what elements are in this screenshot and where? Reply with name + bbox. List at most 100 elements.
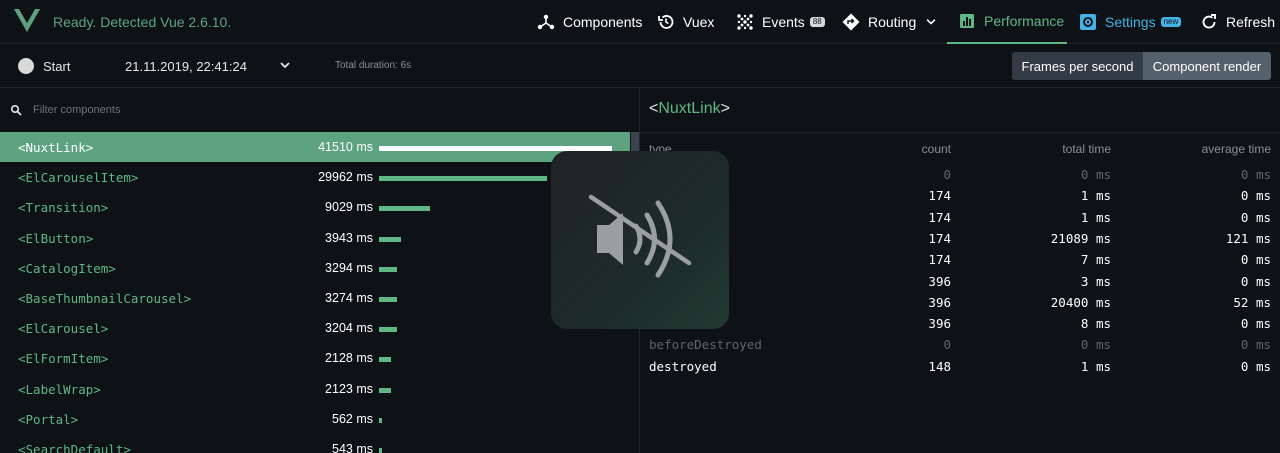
hook-count: 396 <box>928 316 951 332</box>
component-render-button[interactable]: Component render <box>1143 52 1271 80</box>
title-bracket-close: > <box>720 100 730 117</box>
tab-settings-label: Settings <box>1105 14 1156 30</box>
component-time-bar <box>379 297 397 302</box>
component-time: 543 ms <box>332 442 373 453</box>
hook-average-time: 0 ms <box>1240 273 1271 289</box>
component-row[interactable]: <Transition> 9029 ms <box>0 192 630 222</box>
component-row[interactable]: <Portal> 562 ms <box>0 404 630 434</box>
tab-settings[interactable]: Settings new <box>1079 0 1182 44</box>
hook-row: 174 1 ms 0 ms <box>640 207 1280 228</box>
hook-average-time: 52 ms <box>1233 294 1271 310</box>
tab-components-label: Components <box>563 14 643 30</box>
tab-routing[interactable]: Routing <box>842 0 946 44</box>
speaker-muted-icon <box>588 194 692 278</box>
hook-average-time: 0 ms <box>1240 337 1271 353</box>
component-time: 29962 ms <box>318 170 373 185</box>
hook-total-time: 21089 ms <box>1050 230 1111 246</box>
component-time: 3274 ms <box>325 291 373 305</box>
component-time-bar <box>379 448 382 453</box>
hook-row: beforeDestroyed 0 0 ms 0 ms <box>640 334 1280 355</box>
component-time-bar <box>379 206 430 212</box>
component-row[interactable]: <ElButton> 3943 ms <box>0 223 630 253</box>
hook-count: 148 <box>928 358 951 374</box>
component-row[interactable]: <ElFormItem> 2128 ms <box>0 343 630 373</box>
component-name: <CatalogItem> <box>18 260 116 276</box>
hook-count: 174 <box>928 209 951 225</box>
frames-per-second-button[interactable]: Frames per second <box>1012 52 1143 80</box>
component-row[interactable]: <ElCarousel> 3204 ms <box>0 313 630 343</box>
status-text: Ready. Detected Vue 2.6.10. <box>53 14 232 30</box>
tab-events[interactable]: Events 88 <box>736 0 825 44</box>
filter-components-input[interactable] <box>33 102 433 118</box>
hook-total-time: 0 ms <box>1080 167 1111 182</box>
hook-row: 396 20400 ms 52 ms <box>640 292 1280 313</box>
component-time: 562 ms <box>332 411 373 426</box>
components-icon <box>537 14 555 30</box>
component-name: <ElCarouselItem> <box>18 170 139 186</box>
component-row[interactable]: <BaseThumbnailCarousel> 3274 ms <box>0 283 630 313</box>
component-name: <Portal> <box>18 411 79 427</box>
chevron-down-icon[interactable] <box>279 59 291 71</box>
component-time: 9029 ms <box>325 200 373 215</box>
tab-performance-label: Performance <box>984 13 1065 29</box>
events-count-badge: 88 <box>809 17 825 27</box>
component-time-bar <box>379 357 391 363</box>
hook-total-time: 1 ms <box>1080 209 1111 225</box>
hook-total-time: 1 ms <box>1080 188 1111 204</box>
hook-average-time: 0 ms <box>1240 167 1271 182</box>
component-time-bar <box>379 387 391 393</box>
hook-count: 174 <box>928 188 951 204</box>
hook-count: 0 <box>943 167 951 182</box>
component-name: <ElCarousel> <box>18 321 109 337</box>
component-row[interactable]: <CatalogItem> 3294 ms <box>0 253 630 283</box>
component-row[interactable]: <LabelWrap> 2123 ms <box>0 374 630 404</box>
component-time-bar <box>379 236 401 242</box>
tab-performance[interactable]: Performance <box>947 0 1067 44</box>
hook-total-time: 8 ms <box>1080 316 1111 332</box>
hook-average-time: 0 ms <box>1240 316 1271 332</box>
component-time: 2128 ms <box>325 351 373 366</box>
refresh-label: Refresh <box>1226 14 1276 30</box>
component-time: 3294 ms <box>325 260 373 275</box>
hook-total-time: 1 ms <box>1080 358 1111 374</box>
record-icon[interactable] <box>18 58 34 74</box>
refresh-button[interactable]: Refresh <box>1200 0 1275 44</box>
component-row[interactable]: <ElCarouselItem> 29962 ms <box>0 162 630 192</box>
start-button[interactable]: Start <box>43 59 70 74</box>
col-count-header: count <box>921 142 951 156</box>
tab-vuex-label: Vuex <box>683 14 715 30</box>
hook-count: 396 <box>928 273 951 289</box>
tab-vuex[interactable]: Vuex <box>657 0 714 44</box>
total-duration: Total duration: 6s <box>335 60 412 71</box>
hook-row: destroyed 148 1 ms 0 ms <box>640 356 1280 377</box>
inspector-title: <NuxtLink> <box>649 100 730 118</box>
component-time-bar <box>379 266 397 272</box>
recording-date[interactable]: 21.11.2019, 22:41:24 <box>125 59 247 74</box>
settings-icon <box>1080 14 1096 30</box>
hook-count: 174 <box>928 252 951 268</box>
title-bracket-open: < <box>649 100 659 117</box>
hook-count: 396 <box>928 294 951 310</box>
hook-count: 174 <box>928 230 951 246</box>
tab-events-label: Events <box>762 14 805 30</box>
hook-average-time: 121 ms <box>1225 230 1271 246</box>
component-row[interactable]: <SearchDefault> 543 ms <box>0 434 630 453</box>
component-time: 41510 ms <box>318 140 373 154</box>
component-name: <Transition> <box>18 200 109 216</box>
hook-count: 0 <box>943 337 951 353</box>
component-time-bar <box>379 417 382 423</box>
mute-overlay <box>551 151 729 329</box>
component-time: 3204 ms <box>325 321 373 336</box>
hook-total-time: 20400 ms <box>1050 294 1111 310</box>
component-name: <LabelWrap> <box>18 381 101 397</box>
component-time-bar <box>379 327 397 333</box>
component-row[interactable]: <NuxtLink> 41510 ms <box>0 132 630 162</box>
hook-total-time: 7 ms <box>1080 252 1111 268</box>
hook-average-time: 0 ms <box>1240 209 1271 225</box>
hook-type: destroyed <box>649 358 717 374</box>
settings-new-badge: new <box>1160 17 1182 27</box>
component-time-bar <box>379 176 547 182</box>
component-name: <NuxtLink> <box>18 140 94 155</box>
tab-components[interactable]: Components <box>537 0 642 44</box>
search-icon <box>10 104 22 116</box>
